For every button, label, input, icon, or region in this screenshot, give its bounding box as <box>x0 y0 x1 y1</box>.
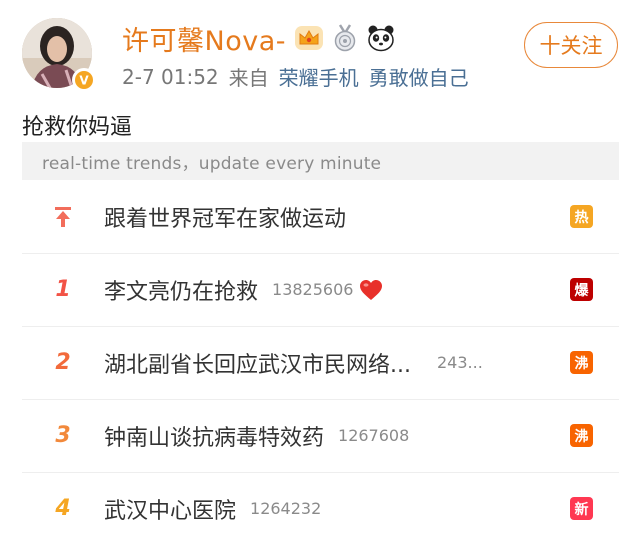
pin-icon <box>55 207 71 227</box>
trend-rank: 3 <box>55 423 71 448</box>
trend-row[interactable]: 跟着世界冠军在家做运动 热 <box>22 180 619 254</box>
trends-header: real-time trends，update every minute <box>22 142 619 180</box>
medal-icon[interactable] <box>332 24 358 52</box>
svg-text:V: V <box>79 74 89 88</box>
post-text: 抢救你妈逼 <box>22 115 133 140</box>
trend-title[interactable]: 湖北副省长回应武汉市民网络... <box>104 347 411 379</box>
heart-icon <box>360 279 383 300</box>
trend-rank: 1 <box>55 277 71 302</box>
username[interactable]: 许可馨Nova- <box>122 19 286 58</box>
trend-row[interactable]: 2 湖北副省长回应武汉市民网络... 243... 沸 <box>22 326 619 400</box>
username-row: 许可馨Nova- <box>122 19 396 58</box>
trend-row[interactable]: 4 武汉中心医院 1264232 新 <box>22 472 619 545</box>
source-prefix: 来自 <box>228 66 269 90</box>
post-meta: 2-7 01:52 来自 荣耀手机 勇敢做自己 <box>122 62 469 91</box>
trend-title[interactable]: 钟南山谈抗病毒特效药 <box>104 420 324 452</box>
trend-row[interactable]: 1 李文亮仍在抢救 13825606 爆 <box>22 253 619 327</box>
trend-rank: 4 <box>55 496 71 521</box>
trend-tag-explosive: 爆 <box>570 278 593 301</box>
post-header: V 许可馨Nova- 2-7 01:52 来自 荣耀手机 勇敢做自己 十关注 <box>22 18 622 94</box>
trend-tag-boiling: 沸 <box>570 424 593 447</box>
trend-title[interactable]: 跟着世界冠军在家做运动 <box>104 201 346 233</box>
verified-badge-icon: V <box>72 68 96 92</box>
trends-card: real-time trends，update every minute 跟着世… <box>22 142 619 535</box>
vip-crown-icon[interactable] <box>294 25 324 51</box>
post-timestamp: 2-7 01:52 <box>122 64 219 89</box>
trend-tag-boiling: 沸 <box>570 351 593 374</box>
avatar[interactable]: V <box>22 18 96 92</box>
source-device-link[interactable]: 荣耀手机 <box>279 62 359 91</box>
trend-row[interactable]: 3 钟南山谈抗病毒特效药 1267608 沸 <box>22 399 619 473</box>
trend-count: 243... <box>436 353 483 372</box>
trend-tag-new: 新 <box>570 497 593 520</box>
trend-count: 1264232 <box>250 499 322 518</box>
panda-icon[interactable] <box>366 24 396 52</box>
follow-button[interactable]: 十关注 <box>524 22 618 68</box>
source-slogan-link[interactable]: 勇敢做自己 <box>369 62 469 91</box>
trend-count: 13825606 <box>272 280 354 299</box>
trend-rank-pinned <box>22 204 104 229</box>
trend-tag-hot: 热 <box>570 205 593 228</box>
trend-title[interactable]: 李文亮仍在抢救 <box>104 274 258 306</box>
trend-title[interactable]: 武汉中心医院 <box>104 493 236 525</box>
trend-count: 1267608 <box>338 426 410 445</box>
trend-rank: 2 <box>55 350 71 375</box>
